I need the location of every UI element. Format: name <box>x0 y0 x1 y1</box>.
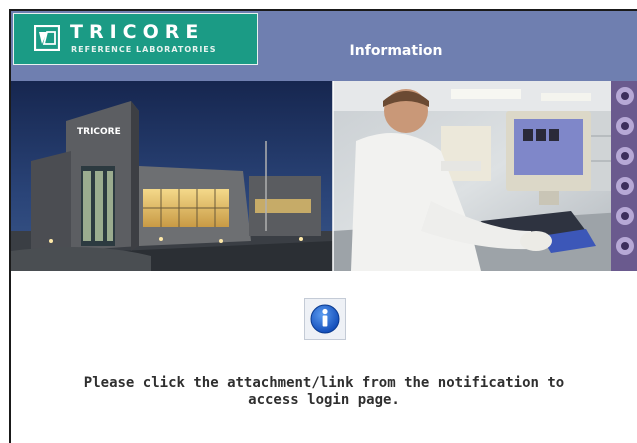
lab-photo <box>333 81 637 271</box>
banner-image: TRICORE <box>11 81 637 271</box>
info-icon <box>304 298 346 340</box>
page-title: Information <box>349 43 443 59</box>
tricore-logo-mark-icon <box>34 25 60 51</box>
logo-name: TRICORE <box>70 21 205 43</box>
logo-subtitle: REFERENCE LABORATORIES <box>71 45 217 54</box>
page-frame: TRICORE REFERENCE LABORATORIES Informati… <box>9 9 637 443</box>
content-area: Please click the attachment/link from th… <box>11 273 637 443</box>
tricore-logo: TRICORE REFERENCE LABORATORIES <box>13 13 258 65</box>
building-photo: TRICORE <box>11 81 333 271</box>
banner-photos: TRICORE <box>11 81 637 271</box>
message-line-2: access login page. <box>248 392 400 408</box>
message-line-1: Please click the attachment/link from th… <box>83 375 565 391</box>
header-bar: TRICORE REFERENCE LABORATORIES Informati… <box>11 11 637 81</box>
notification-message: Please click the attachment/link from th… <box>11 375 637 409</box>
building-sign: TRICORE <box>77 127 121 137</box>
